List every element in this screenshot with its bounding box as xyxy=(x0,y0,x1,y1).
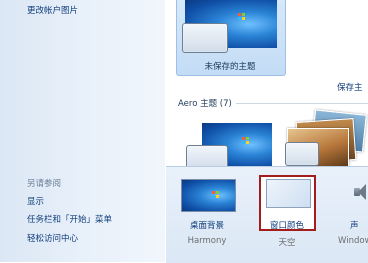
desktop-background-value: Harmony xyxy=(187,236,227,246)
desktop-background-label: 桌面背景 xyxy=(189,221,224,231)
taskbar-start-menu-link[interactable]: 任务栏和「开始」菜单 xyxy=(27,213,112,225)
left-task-pane: 更改帐户图片 另请参阅 显示 任务栏和「开始」菜单 轻松访问中心 xyxy=(0,0,165,262)
window-color-label: 窗口颜色 xyxy=(269,221,304,231)
aero-theme-tile-landscape[interactable] xyxy=(283,109,368,168)
aero-themes-group-label: Aero 主题 (7) xyxy=(178,99,232,109)
ease-of-access-link[interactable]: 轻松访问中心 xyxy=(27,232,78,244)
window-color-preview xyxy=(182,23,228,53)
window-color-preview xyxy=(285,142,319,166)
sounds-label: 声 xyxy=(350,221,359,231)
group-divider xyxy=(236,103,368,104)
speaker-icon xyxy=(352,182,366,202)
unsaved-theme-title: 未保存的主题 xyxy=(204,62,256,72)
save-theme-link[interactable]: 保存主 xyxy=(337,81,363,93)
change-account-picture-link[interactable]: 更改帐户图片 xyxy=(27,4,78,16)
display-link[interactable]: 显示 xyxy=(27,195,44,207)
sounds-value: Window xyxy=(338,236,368,246)
aero-theme-tile-windows7[interactable] xyxy=(180,121,280,169)
window-color-swatch xyxy=(266,179,311,208)
desktop-background-thumbnail xyxy=(181,179,236,212)
window-color-value: 天空 xyxy=(278,238,296,248)
see-also-header: 另请参阅 xyxy=(27,179,62,189)
